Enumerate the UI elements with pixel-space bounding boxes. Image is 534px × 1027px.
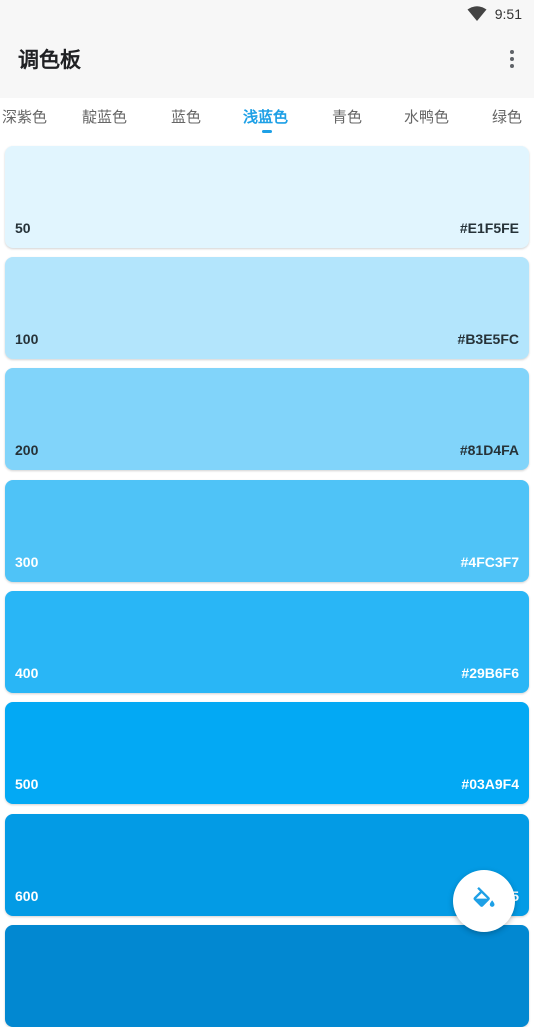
wifi-icon [467, 6, 487, 21]
more-vert-icon[interactable] [506, 46, 518, 72]
app-bar: 调色板 [0, 30, 534, 98]
swatch-shade-label: 300 [15, 554, 39, 570]
status-indicators: 9:51 [467, 6, 522, 22]
page-title: 调色板 [18, 48, 81, 72]
tab-light-blue[interactable]: 浅蓝色 [243, 106, 288, 127]
fill-color-button[interactable] [453, 870, 515, 932]
swatch-hex-value: #81D4FA [459, 442, 519, 458]
format-color-fill-icon [473, 887, 495, 907]
tab-green[interactable]: 绿色 [492, 106, 522, 127]
color-swatch-100[interactable]: 100 #B3E5FC [5, 257, 529, 359]
status-time: 9:51 [494, 6, 522, 22]
tab-indicator [262, 130, 272, 133]
color-swatch-700[interactable] [5, 925, 529, 1027]
color-swatch-300[interactable]: 300 #4FC3F7 [5, 480, 529, 582]
color-swatch-200[interactable]: 200 #81D4FA [5, 368, 529, 470]
swatch-shade-label: 600 [15, 888, 39, 904]
swatch-shade-label: 200 [15, 442, 39, 458]
swatch-shade-label: 100 [15, 331, 39, 347]
tab-deep-purple[interactable]: 深紫色 [2, 106, 47, 127]
tab-blue[interactable]: 蓝色 [171, 106, 201, 127]
tab-cyan[interactable]: 青色 [332, 106, 362, 127]
color-swatch-600[interactable]: 600 5 [5, 814, 529, 916]
tab-teal[interactable]: 水鸭色 [404, 106, 449, 127]
color-swatch-50[interactable]: 50 #E1F5FE [5, 146, 529, 248]
status-bar: 9:51 [0, 0, 534, 30]
swatch-shade-label: 400 [15, 665, 39, 681]
color-tabs: 深紫色 靛蓝色 蓝色 浅蓝色 青色 水鸭色 绿色 [0, 98, 534, 138]
tab-indigo[interactable]: 靛蓝色 [82, 106, 127, 127]
swatch-hex-value: #29B6F6 [461, 665, 519, 681]
swatch-shade-label: 50 [15, 220, 31, 236]
swatch-hex-value: #4FC3F7 [460, 554, 519, 570]
color-swatch-500[interactable]: 500 #03A9F4 [5, 702, 529, 804]
swatch-hex-value: #B3E5FC [457, 331, 519, 347]
swatch-hex-value: #03A9F4 [461, 776, 519, 792]
swatch-shade-label: 500 [15, 776, 39, 792]
swatch-hex-value: #E1F5FE [459, 220, 519, 236]
color-swatch-400[interactable]: 400 #29B6F6 [5, 591, 529, 693]
